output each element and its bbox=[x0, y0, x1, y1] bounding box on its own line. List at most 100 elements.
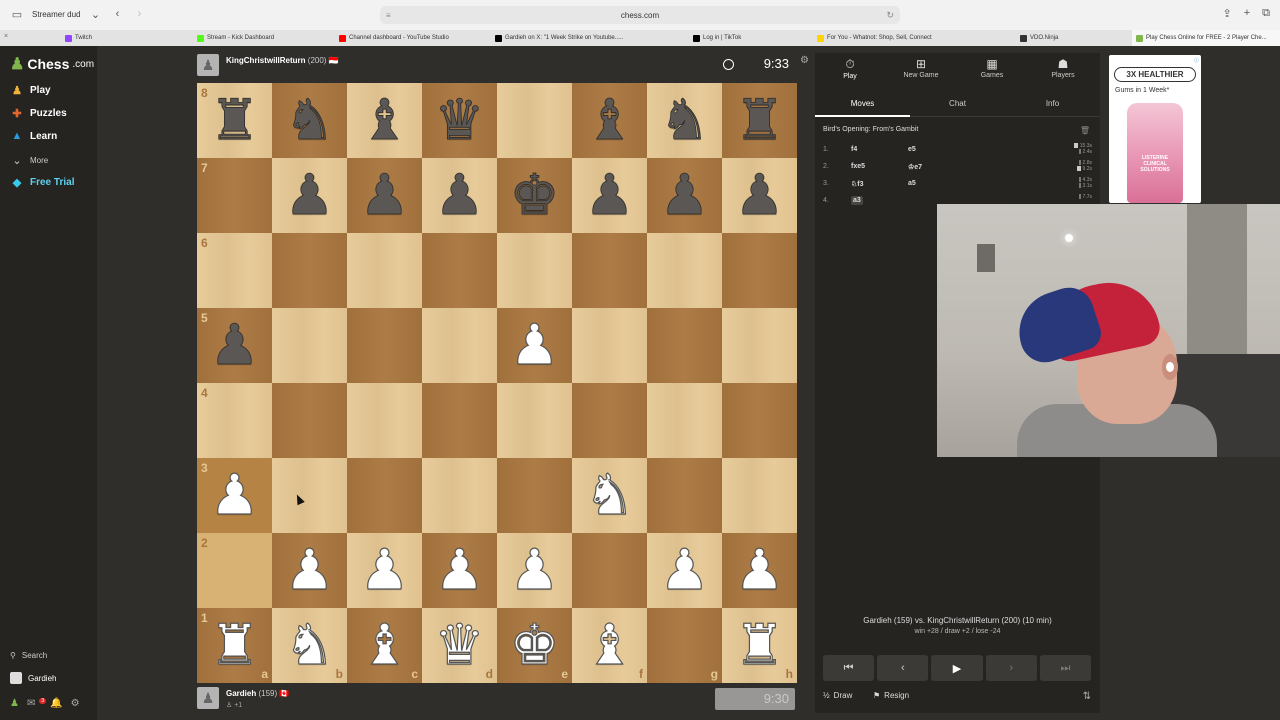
square-h5[interactable] bbox=[722, 308, 797, 383]
white-pawn-icon[interactable]: ♟ bbox=[209, 466, 260, 523]
white-rook-icon[interactable]: ♜ bbox=[734, 616, 785, 673]
square-c6[interactable] bbox=[347, 233, 422, 308]
black-pawn-icon[interactable]: ♟ bbox=[584, 167, 635, 224]
black-rook-icon[interactable]: ♜ bbox=[209, 92, 260, 149]
square-g5[interactable] bbox=[647, 308, 722, 383]
square-h3[interactable] bbox=[722, 458, 797, 533]
close-tab-icon[interactable]: × bbox=[4, 33, 8, 40]
tab-x[interactable]: Gardieh on X: "1 Week Strike on Youtube.… bbox=[495, 30, 640, 46]
black-move[interactable]: e5 bbox=[908, 146, 916, 153]
bell-icon[interactable]: 🔔 bbox=[50, 698, 62, 709]
player-avatar[interactable]: ♟ bbox=[197, 687, 219, 709]
square-d1[interactable]: d ♛ bbox=[422, 608, 497, 683]
settings-icon[interactable]: ⚙ bbox=[71, 698, 80, 709]
square-a2[interactable]: 2 bbox=[197, 533, 272, 608]
square-b5[interactable] bbox=[272, 308, 347, 383]
square-b7[interactable]: ♟ bbox=[272, 158, 347, 233]
chevron-down-icon[interactable]: ⌄ bbox=[88, 7, 102, 21]
black-knight-icon[interactable]: ♞ bbox=[284, 92, 335, 149]
tab-kick[interactable]: Stream - Kick Dashboard bbox=[197, 30, 332, 46]
black-pawn-icon[interactable]: ♟ bbox=[734, 167, 785, 224]
square-b2[interactable]: ♟ bbox=[272, 533, 347, 608]
white-queen-icon[interactable]: ♛ bbox=[434, 616, 485, 673]
back-icon[interactable]: ‹ bbox=[110, 7, 124, 21]
sidebar-item-free-trial[interactable]: ◆ Free Trial bbox=[10, 176, 75, 189]
white-pawn-icon[interactable]: ♟ bbox=[359, 541, 410, 598]
forward-icon[interactable]: › bbox=[132, 7, 146, 21]
square-f8[interactable]: ♝ bbox=[572, 83, 647, 158]
black-king-icon[interactable]: ♚ bbox=[509, 167, 560, 224]
square-b1[interactable]: b ♞ bbox=[272, 608, 347, 683]
board-settings-icon[interactable]: ⚙ bbox=[800, 55, 809, 66]
nav-players[interactable]: ☗ Players bbox=[1028, 57, 1098, 79]
square-e8[interactable] bbox=[497, 83, 572, 158]
nav-play[interactable]: ⏱ Play bbox=[815, 57, 885, 80]
square-e5[interactable]: ♟ bbox=[497, 308, 572, 383]
square-c8[interactable]: ♝ bbox=[347, 83, 422, 158]
square-g7[interactable]: ♟ bbox=[647, 158, 722, 233]
black-pawn-icon[interactable]: ♟ bbox=[659, 167, 710, 224]
flip-board-icon[interactable]: ⇅ bbox=[1083, 691, 1091, 702]
black-pawn-icon[interactable]: ♟ bbox=[434, 167, 485, 224]
square-g1[interactable]: g bbox=[647, 608, 722, 683]
advertisement[interactable]: ⓘ 3X HEALTHIER Gums in 1 Week* LISTERINE… bbox=[1109, 55, 1201, 203]
play-moves-button[interactable]: ▶ bbox=[931, 655, 983, 681]
new-tab-icon[interactable]: + bbox=[1244, 7, 1250, 20]
black-bishop-icon[interactable]: ♝ bbox=[584, 92, 635, 149]
previous-move-button[interactable]: ‹ bbox=[877, 655, 929, 681]
square-a3[interactable]: 3 ♟ bbox=[197, 458, 272, 533]
player-name-block[interactable]: Gardieh (159) 🇨🇦 bbox=[226, 689, 289, 698]
square-a4[interactable]: 4 bbox=[197, 383, 272, 458]
tab-tiktok[interactable]: Log in | TikTok bbox=[693, 30, 803, 46]
tab-info[interactable]: Info bbox=[1005, 99, 1100, 108]
sidebar-user[interactable]: Gardieh bbox=[10, 672, 56, 684]
square-f4[interactable] bbox=[572, 383, 647, 458]
white-king-icon[interactable]: ♚ bbox=[509, 616, 560, 673]
tab-chess[interactable]: Play Chess Online for FREE - 2 Player Ch… bbox=[1132, 30, 1280, 46]
white-pawn-icon[interactable]: ♟ bbox=[509, 316, 560, 373]
square-d6[interactable] bbox=[422, 233, 497, 308]
ad-info-icon[interactable]: ⓘ bbox=[1194, 57, 1199, 64]
square-b4[interactable] bbox=[272, 383, 347, 458]
tab-overview-icon[interactable]: ⧉ bbox=[1262, 7, 1270, 20]
first-move-button[interactable]: ⏮ bbox=[823, 655, 875, 681]
sidebar-item-learn[interactable]: ▲ Learn bbox=[10, 130, 58, 142]
square-f3[interactable]: ♞ bbox=[572, 458, 647, 533]
white-pawn-icon[interactable]: ♟ bbox=[434, 541, 485, 598]
square-h6[interactable] bbox=[722, 233, 797, 308]
mail-icon[interactable]: ✉ 3 bbox=[27, 698, 47, 709]
white-pawn-icon[interactable]: ♟ bbox=[734, 541, 785, 598]
square-h8[interactable]: ♜ bbox=[722, 83, 797, 158]
square-h1[interactable]: h ♜ bbox=[722, 608, 797, 683]
tab-vdo-ninja[interactable]: VDO.Ninja bbox=[1020, 30, 1120, 46]
black-pawn-icon[interactable]: ♟ bbox=[284, 167, 335, 224]
square-e3[interactable] bbox=[497, 458, 572, 533]
square-h2[interactable]: ♟ bbox=[722, 533, 797, 608]
square-g2[interactable]: ♟ bbox=[647, 533, 722, 608]
sidebar-item-more[interactable]: ⌄ More bbox=[10, 154, 48, 167]
square-d2[interactable]: ♟ bbox=[422, 533, 497, 608]
black-move[interactable]: ♔e7 bbox=[908, 163, 922, 171]
square-g3[interactable] bbox=[647, 458, 722, 533]
square-a1[interactable]: 1 a ♜ bbox=[197, 608, 272, 683]
square-g4[interactable] bbox=[647, 383, 722, 458]
square-f1[interactable]: f ♝ bbox=[572, 608, 647, 683]
chess-logo[interactable]: ♟ Chess .com bbox=[10, 54, 94, 74]
square-c3[interactable] bbox=[347, 458, 422, 533]
trash-icon[interactable]: 🗑 bbox=[1080, 126, 1090, 135]
square-a5[interactable]: 5 ♟ bbox=[197, 308, 272, 383]
black-rook-icon[interactable]: ♜ bbox=[734, 92, 785, 149]
sidebar-item-play[interactable]: ♟ Play bbox=[10, 84, 51, 97]
black-queen-icon[interactable]: ♛ bbox=[434, 92, 485, 149]
white-pawn-icon[interactable]: ♟ bbox=[659, 541, 710, 598]
square-d5[interactable] bbox=[422, 308, 497, 383]
black-bishop-icon[interactable]: ♝ bbox=[359, 92, 410, 149]
white-knight-icon[interactable]: ♞ bbox=[284, 616, 335, 673]
sidebar-search[interactable]: ⚲ Search bbox=[10, 651, 47, 660]
square-a6[interactable]: 6 bbox=[197, 233, 272, 308]
square-f2[interactable] bbox=[572, 533, 647, 608]
square-g6[interactable] bbox=[647, 233, 722, 308]
square-h7[interactable]: ♟ bbox=[722, 158, 797, 233]
square-e1[interactable]: e ♚ bbox=[497, 608, 572, 683]
white-bishop-icon[interactable]: ♝ bbox=[359, 616, 410, 673]
